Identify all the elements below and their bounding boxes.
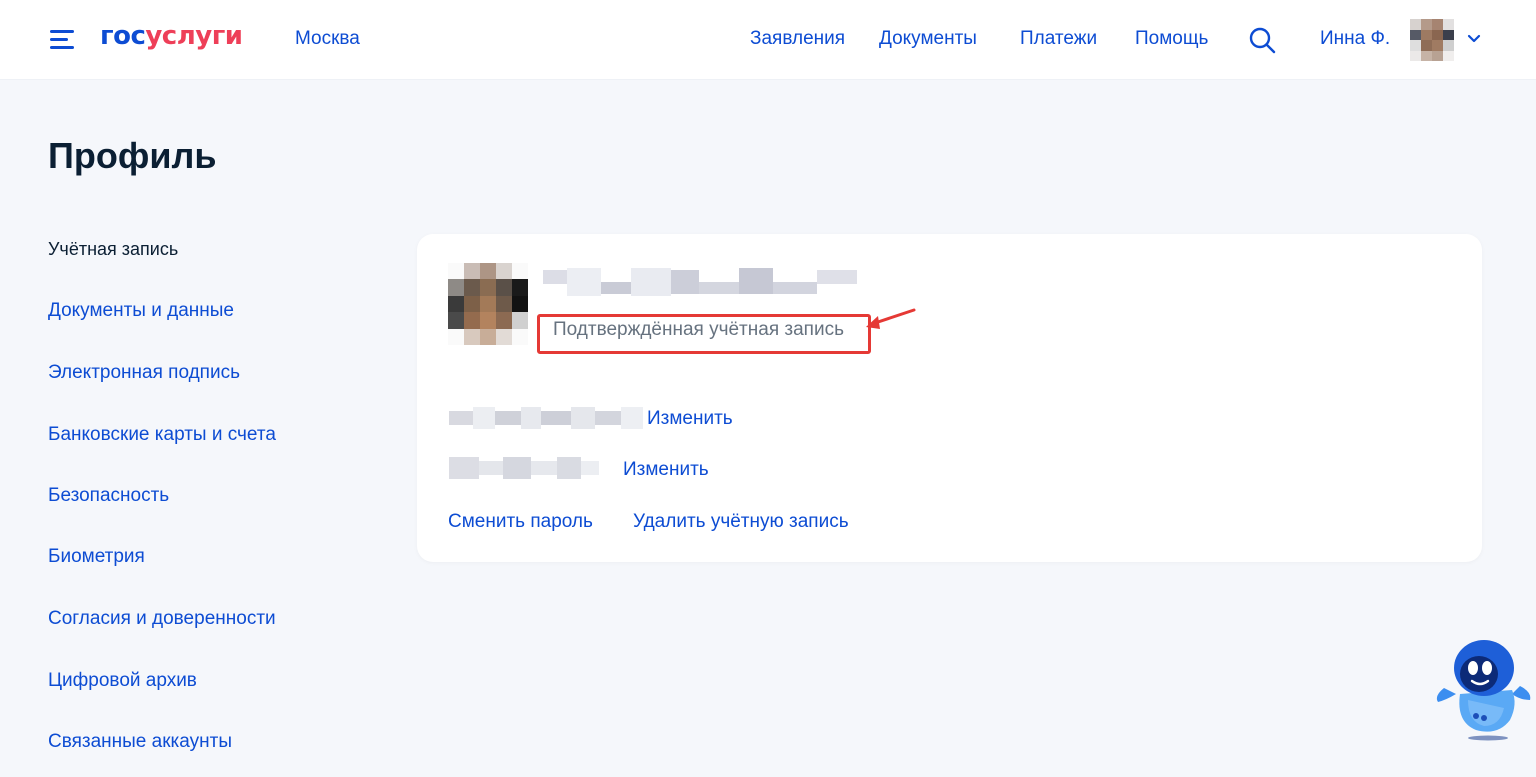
- page-title: Профиль: [48, 135, 217, 176]
- annotation-arrow-icon: [866, 308, 916, 329]
- user-avatar[interactable]: [1410, 19, 1454, 61]
- delete-account-link[interactable]: Удалить учётную запись: [633, 511, 849, 533]
- gosuslugi-logo[interactable]: госуслуги: [100, 21, 243, 51]
- top-header: госуслуги Москва Заявления Документы Пла…: [0, 0, 1536, 80]
- sidebar-item-account[interactable]: Учётная запись: [48, 239, 178, 260]
- city-selector[interactable]: Москва: [295, 28, 360, 50]
- menu-icon[interactable]: [50, 30, 74, 50]
- sidebar-item-linked-accounts[interactable]: Связанные аккаунты: [48, 731, 232, 753]
- user-name[interactable]: Инна Ф.: [1320, 28, 1390, 50]
- sidebar-item-digital-archive[interactable]: Цифровой архив: [48, 670, 197, 692]
- profile-photo[interactable]: [448, 263, 528, 345]
- search-icon[interactable]: [1248, 26, 1276, 54]
- sidebar-item-documents[interactable]: Документы и данные: [48, 300, 234, 322]
- blurred-phone: [449, 407, 643, 429]
- assistant-robot-icon[interactable]: [1432, 638, 1532, 742]
- logo-part-gos: гос: [100, 21, 146, 51]
- change-email-link[interactable]: Изменить: [623, 459, 709, 481]
- change-password-link[interactable]: Сменить пароль: [448, 511, 593, 533]
- blurred-email: [449, 457, 599, 479]
- sidebar-item-biometrics[interactable]: Биометрия: [48, 546, 145, 568]
- nav-help[interactable]: Помощь: [1135, 28, 1208, 50]
- sidebar-item-security[interactable]: Безопасность: [48, 485, 169, 507]
- nav-documents[interactable]: Документы: [879, 28, 977, 50]
- sidebar-item-bank-cards[interactable]: Банковские карты и счета: [48, 424, 276, 446]
- chevron-down-icon[interactable]: [1466, 32, 1482, 46]
- nav-payments[interactable]: Платежи: [1020, 28, 1097, 50]
- change-phone-link[interactable]: Изменить: [647, 408, 733, 430]
- sidebar-item-consents[interactable]: Согласия и доверенности: [48, 608, 276, 630]
- sidebar-item-e-signature[interactable]: Электронная подпись: [48, 362, 240, 384]
- account-status: Подтверждённая учётная запись: [553, 319, 844, 340]
- blurred-full-name: [543, 268, 857, 298]
- logo-part-uslugi: услуги: [145, 21, 243, 51]
- nav-applications[interactable]: Заявления: [750, 28, 845, 50]
